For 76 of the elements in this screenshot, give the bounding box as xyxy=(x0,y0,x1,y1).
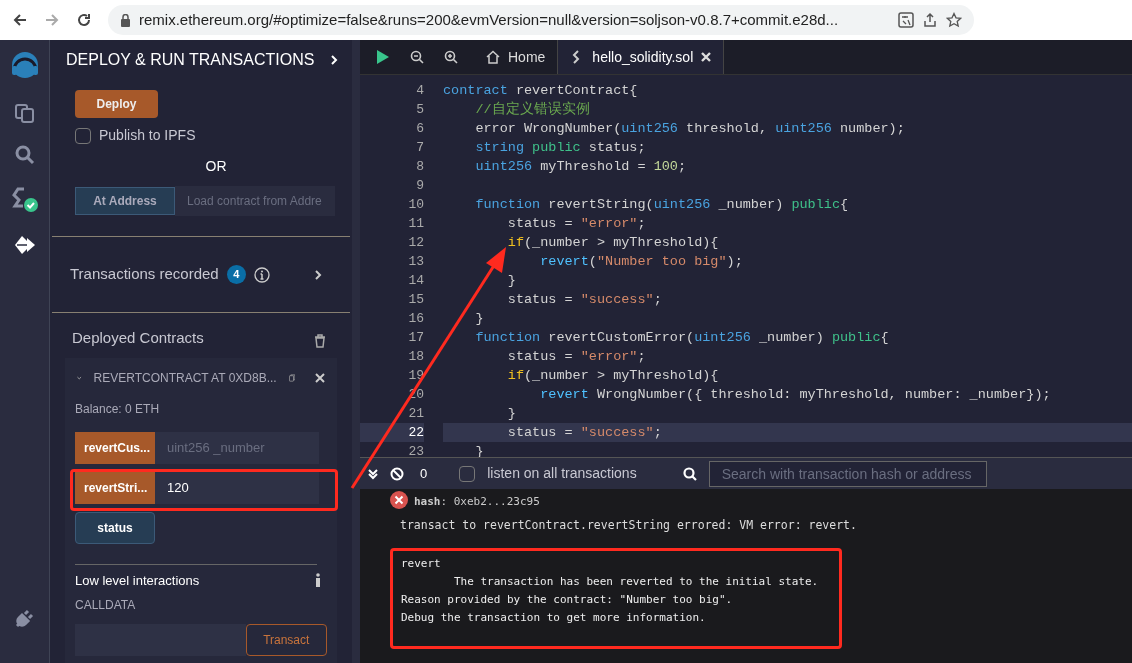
share-icon[interactable] xyxy=(922,12,938,28)
error-message: transact to revertContract.revertString errored: VM error: revert. xyxy=(400,516,858,534)
lock-icon xyxy=(120,13,131,27)
line-number: 22 xyxy=(360,423,424,442)
line-number: 17 xyxy=(407,329,424,347)
close-icon[interactable] xyxy=(315,372,325,383)
search-field[interactable]: Search with transaction hash or address xyxy=(708,460,987,487)
zoom-out-icon[interactable] xyxy=(410,50,424,64)
line-number: 6 xyxy=(415,120,424,138)
message-line: revert xyxy=(401,555,442,572)
clear-icon[interactable] xyxy=(390,466,404,481)
count-badge: 4 xyxy=(226,265,246,284)
or-label: OR xyxy=(205,157,227,176)
address-bar[interactable]: remix.ethereum.org/#optimize=false&runs=200&evmVersion=null&version=soljson-v0.8.7+commit.e28d... xyxy=(108,5,974,35)
line-number: 5 xyxy=(415,101,424,119)
error-icon xyxy=(390,491,408,509)
calldata-field[interactable] xyxy=(75,624,246,656)
deploy-icon[interactable] xyxy=(12,234,37,256)
argument-field[interactable]: uint256 _number xyxy=(155,431,319,464)
pending-count: 0 xyxy=(420,464,428,483)
deploy-button[interactable]: Deploy xyxy=(75,90,158,118)
line-number: 10 xyxy=(407,196,424,214)
compiler-icon[interactable] xyxy=(9,186,40,214)
star-icon[interactable] xyxy=(946,12,962,28)
transactions-recorded-label: Transactions recorded xyxy=(70,264,219,285)
section-title: Low level interactions xyxy=(75,571,200,590)
line-number: 7 xyxy=(415,139,424,157)
checkbox[interactable] xyxy=(75,127,91,144)
trash-icon[interactable] xyxy=(314,334,326,349)
contract-name: REVERTCONTRACT AT 0XD8B... xyxy=(93,369,277,387)
search-icon[interactable] xyxy=(682,466,697,481)
line-number: 4 xyxy=(415,82,424,100)
line-number: 11 xyxy=(407,215,424,233)
argument-field[interactable]: 120 xyxy=(155,471,319,504)
transact-button[interactable]: Transact xyxy=(245,624,327,656)
line-number: 15 xyxy=(407,291,424,309)
panel-title: DEPLOY & RUN TRANSACTIONS xyxy=(66,50,315,70)
line-number: 13 xyxy=(407,253,424,271)
line-number: 21 xyxy=(407,405,424,423)
line-number: 8 xyxy=(415,158,424,176)
status-button[interactable]: status xyxy=(75,511,155,544)
line-number: 23 xyxy=(407,443,424,457)
at-address-button[interactable]: At Address xyxy=(75,187,175,215)
checkbox-label: Publish to IPFS xyxy=(99,126,196,145)
transaction-hash: hash: 0xeb2...23c95 xyxy=(414,494,540,510)
plugin-icon[interactable] xyxy=(13,607,36,629)
message-line: Debug the transaction to get more information. xyxy=(401,609,707,626)
back-icon[interactable] xyxy=(12,12,28,28)
message-line: The transaction has been reverted to the initial state. xyxy=(452,573,820,590)
line-number: 18 xyxy=(407,348,424,366)
calldata-label: CALLDATA xyxy=(75,597,137,614)
line-number: 16 xyxy=(407,310,424,328)
function-button[interactable]: revertCus... xyxy=(75,431,155,464)
url-text: remix.ethereum.org/#optimize=false&runs=200&evmVersion=null&version=soljson-v0.8.7+commit.e28d... xyxy=(139,9,840,30)
line-number: 9 xyxy=(415,177,424,195)
checkbox[interactable] xyxy=(459,465,476,482)
line-number: 14 xyxy=(407,272,424,290)
editor-tab[interactable]: hello_solidity.sol xyxy=(557,40,725,74)
run-icon[interactable] xyxy=(376,49,390,65)
function-button[interactable]: revertStri... xyxy=(75,471,155,504)
checkbox-label: listen on all transactions xyxy=(487,464,637,483)
deployed-contracts-title: Deployed Contracts xyxy=(72,328,204,348)
balance-text: Balance: 0 ETH xyxy=(75,400,161,418)
info-icon[interactable] xyxy=(253,266,270,283)
reload-icon[interactable] xyxy=(76,12,92,28)
files-icon[interactable] xyxy=(13,102,36,124)
editor-tab[interactable]: Home xyxy=(474,40,558,74)
line-number: 12 xyxy=(407,234,424,252)
address-field[interactable]: Load contract from Addre xyxy=(175,186,335,216)
info-icon[interactable] xyxy=(315,573,321,588)
message-line: Reason provided by the contract: "Number too big". xyxy=(401,591,734,608)
close-icon[interactable] xyxy=(701,52,712,62)
chevron-icon[interactable] xyxy=(314,268,322,281)
zoom-in-icon[interactable] xyxy=(444,50,458,64)
collapse-icon[interactable] xyxy=(368,467,378,480)
home-icon xyxy=(486,50,500,64)
